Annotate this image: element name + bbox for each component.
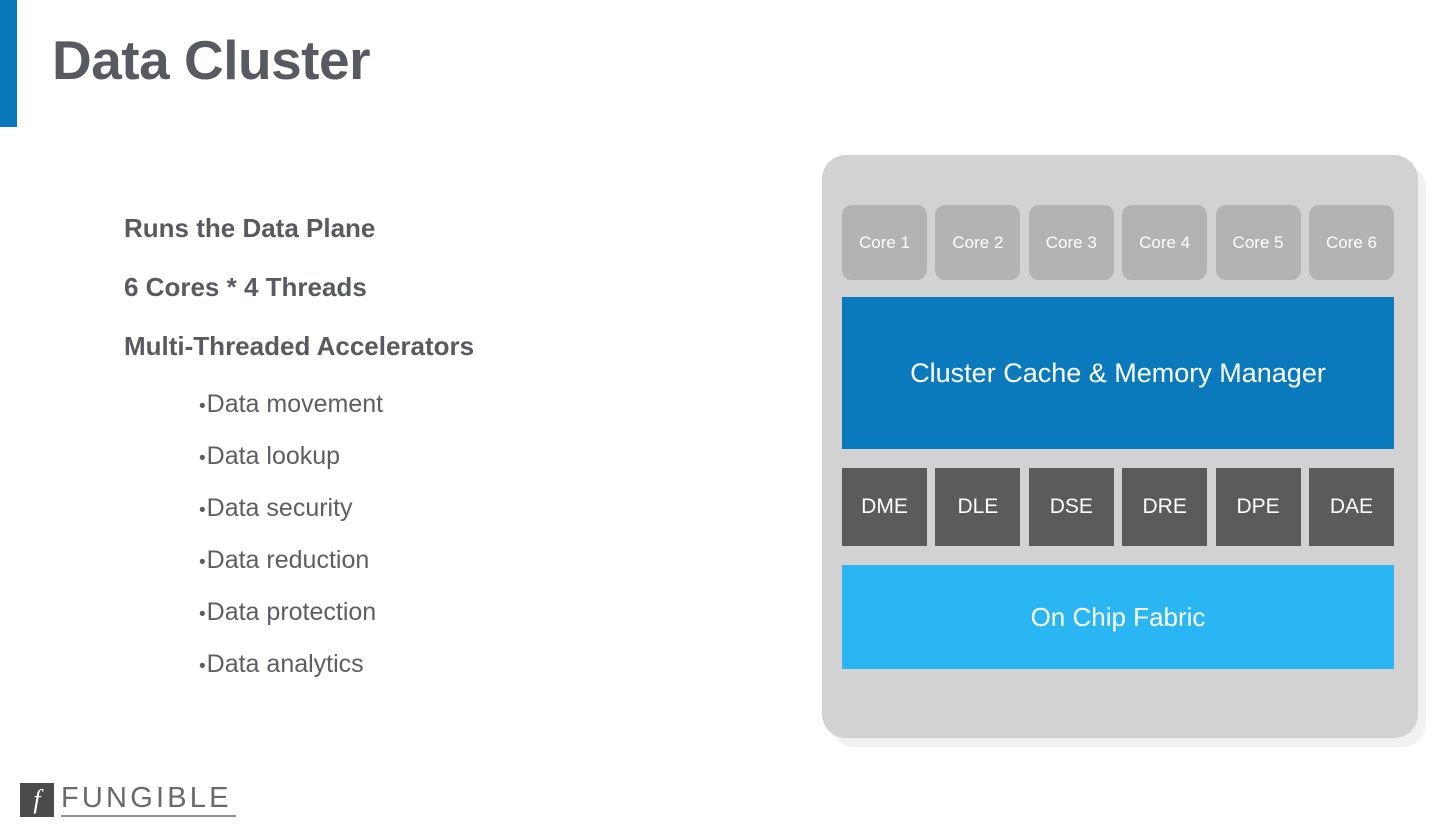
list-item: • Data protection [199,600,744,625]
list-item: • Data reduction [199,548,744,573]
lead-line-3: Multi-Threaded Accelerators [124,331,475,361]
left-content-column: Runs the Data Plane 6 Cores * 4 Threads … [124,215,744,704]
list-item-label: Data protection [206,598,377,626]
cluster-cache-band-label: Cluster Cache & Memory Manager [910,357,1326,388]
core-box-label: Core 4 [1139,232,1191,252]
accelerator-box-label: DAE [1329,495,1374,518]
list-item-label: Data analytics [206,650,364,678]
accelerator-box: DAE [1308,468,1394,546]
cluster-cache-band: Cluster Cache & Memory Manager [842,297,1394,449]
core-box: Core 5 [1215,205,1301,280]
bullet-dot-icon: • [199,396,206,417]
bullet-dot-icon: • [199,448,206,469]
accelerator-box-label: DPE [1236,495,1280,518]
core-box: Core 3 [1028,205,1114,280]
list-item-label: Data lookup [206,442,341,470]
on-chip-fabric-band: On Chip Fabric [842,565,1394,669]
list-item-label: Data movement [206,390,384,418]
page-title: Data Cluster [52,29,370,91]
bullet-dot-icon: • [199,656,206,677]
list-item: • Data lookup [199,444,744,469]
core-box-label: Core 3 [1045,232,1097,252]
accelerator-box-label: DRE [1142,495,1187,518]
fungible-logo-mark-letter: f [33,785,41,814]
on-chip-fabric-band-label: On Chip Fabric [1030,601,1206,632]
bullet-dot-icon: • [199,500,206,521]
feature-bullet-list: • Data movement • Data lookup • Data sec… [124,392,744,677]
list-item: • Data analytics [199,652,744,677]
accelerator-box: DSE [1028,468,1114,546]
fungible-logo-mark-icon: f [20,783,54,817]
accelerator-box: DPE [1215,468,1301,546]
accelerator-box-label: DLE [957,495,999,518]
list-item-label: Data reduction [206,546,370,574]
fungible-logo: f FUNGIBLE [20,783,236,817]
list-item: • Data security [199,496,744,521]
fungible-logo-wordmark: FUNGIBLE [61,784,236,817]
lead-line-1: Runs the Data Plane [124,213,376,243]
accelerator-box: DME [842,468,927,546]
list-item: • Data movement [199,392,744,417]
bullet-dot-icon: • [199,552,206,573]
core-box-label: Core 5 [1232,232,1284,252]
lead-line-2: 6 Cores * 4 Threads [124,272,367,302]
accelerator-box: DLE [935,468,1021,546]
accelerator-box-label: DSE [1049,495,1093,518]
data-cluster-diagram: Core 1 Core 2 Core 3 Core 4 Core 5 Core … [822,155,1418,738]
bullet-dot-icon: • [199,604,206,625]
core-box: Core 1 [842,205,927,280]
core-row: Core 1 Core 2 Core 3 Core 4 Core 5 Core … [842,205,1394,280]
core-box: Core 6 [1308,205,1394,280]
core-box-label: Core 2 [952,232,1004,252]
accelerator-box: DRE [1122,468,1208,546]
core-box-label: Core 6 [1325,232,1377,252]
title-accent-bar [0,0,17,127]
core-box: Core 4 [1122,205,1208,280]
accelerator-box-label: DME [861,495,908,518]
accelerator-row: DME DLE DSE DRE DPE DAE [842,468,1394,546]
list-item-label: Data security [206,494,353,522]
core-box-label: Core 1 [858,232,911,252]
core-box: Core 2 [935,205,1021,280]
